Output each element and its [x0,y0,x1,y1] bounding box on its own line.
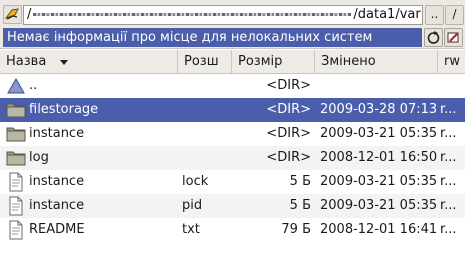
file-perm: r... [440,150,457,165]
file-ext: txt [182,222,200,237]
column-perm[interactable]: rw [438,50,465,73]
column-date[interactable]: Змінено [315,50,438,73]
file-size: <DIR> [266,78,311,93]
file-row[interactable]: log <DIR> 2008-12-01 16:50 r... [0,146,465,170]
sort-descending-icon [60,60,68,65]
filter-icon [447,32,459,43]
file-name: instance [29,126,85,141]
file-name: instance [29,198,85,213]
file-ext [178,98,232,122]
path-bar: / /data1/var .. / [0,0,465,28]
cell-name: .. [0,74,178,98]
file-date: 2008-12-01 16:50 [320,150,438,165]
free-space-status: Немає інформації про місце для нелокальн… [3,28,422,47]
file-name: filestorage [29,102,99,117]
file-row[interactable]: .. <DIR> [0,74,465,98]
file-size: <DIR> [266,150,311,165]
file-size: 5 Б [289,198,311,213]
file-panel: Назва Розш Розмір Змінено rw .. <DIR> file… [0,48,465,262]
cell-name: instance [0,170,178,194]
file-size: <DIR> [266,126,311,141]
file-name: instance [29,174,85,189]
file-ext [178,74,232,98]
file-size: 5 Б [289,174,311,189]
cell-name: instance [0,122,178,146]
parent-dir-icon [6,76,26,96]
path-field[interactable]: / /data1/var [23,5,423,25]
file-icon [6,172,26,192]
file-icon [6,220,26,240]
cell-name: instance [0,194,178,218]
file-ext [178,146,232,170]
status-bar: Немає інформації про місце для нелокальн… [0,28,465,48]
file-date: 2009-03-21 05:35 [320,126,438,141]
column-name-label: Назва [6,54,47,69]
file-row[interactable]: instance lock 5 Б 2009-03-21 05:35 r... [0,170,465,194]
path-prefix: / [27,7,32,22]
cell-name: filestorage [0,98,178,122]
file-perm: r... [440,126,457,141]
file-size: <DIR> [266,102,311,117]
column-size[interactable]: Розмір [232,50,315,73]
drive-icon [4,8,19,20]
file-perm: r... [440,102,457,117]
folder-icon [6,100,26,120]
file-date: 2008-12-01 16:41 [320,222,438,237]
column-header: Назва Розш Розмір Змінено rw [0,50,465,74]
file-perm: r... [440,198,457,213]
column-name[interactable]: Назва [0,50,178,73]
file-perm: r... [440,222,457,237]
file-row[interactable]: instance <DIR> 2009-03-21 05:35 r... [0,122,465,146]
file-perm: r... [440,174,457,189]
file-row[interactable]: instance pid 5 Б 2009-03-21 05:35 r... [0,194,465,218]
file-date [315,74,438,98]
refresh-icon [427,31,440,44]
folder-icon [6,124,26,144]
path-suffix: /data1/var [353,7,421,22]
path-masked-segment [33,13,352,16]
file-perm [438,74,465,98]
file-date: 2009-03-21 05:35 [320,198,438,213]
file-date: 2009-03-21 05:35 [320,174,438,189]
file-ext: lock [182,174,209,189]
file-row[interactable]: README txt 79 Б 2008-12-01 16:41 r... [0,218,465,242]
file-row[interactable]: filestorage <DIR> 2009-03-28 07:13 r... [0,98,465,122]
file-icon [6,196,26,216]
file-name: log [29,150,49,165]
cell-name: log [0,146,178,170]
file-name: .. [29,78,38,93]
file-size: 79 Б [281,222,311,237]
refresh-button[interactable] [424,28,443,47]
file-name: README [29,222,85,237]
cell-name: README [0,218,178,242]
drive-button[interactable] [3,5,22,24]
folder-icon [6,148,26,168]
file-list: .. <DIR> filestorage <DIR> 2009-03-28 07:13 r… [0,74,465,242]
column-ext[interactable]: Розш [178,50,232,73]
toggle-hidden-button[interactable] [444,28,463,47]
file-ext: pid [182,198,203,213]
parent-dir-button[interactable]: .. [425,5,444,25]
file-date: 2009-03-28 07:13 [320,102,438,117]
file-ext [178,122,232,146]
root-dir-button[interactable]: / [445,5,464,25]
